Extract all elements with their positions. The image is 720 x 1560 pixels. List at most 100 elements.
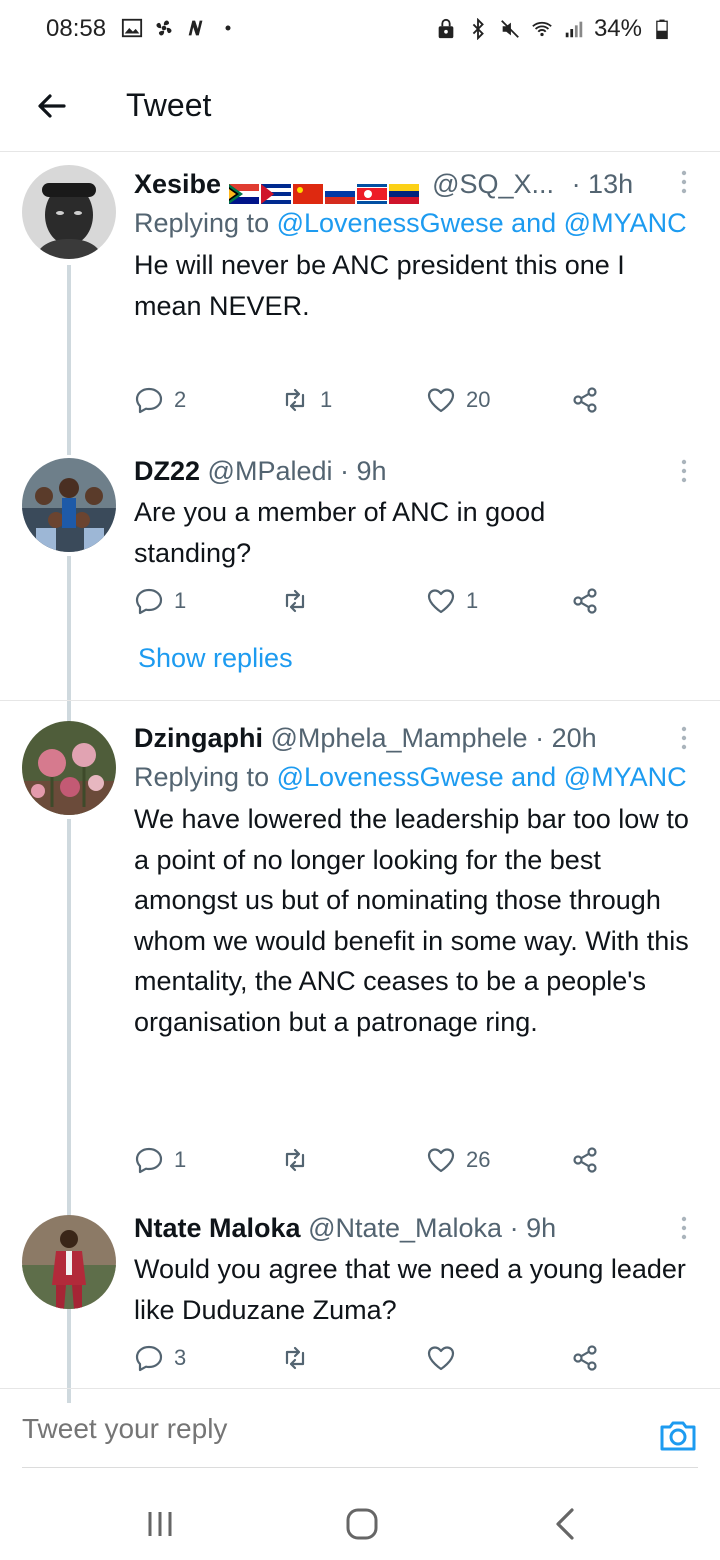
home-icon[interactable] [342, 1504, 382, 1544]
lock-icon [434, 17, 458, 41]
share-button[interactable] [570, 385, 600, 415]
heart-icon [427, 1148, 455, 1173]
heart-icon [427, 589, 455, 614]
like-count: 26 [466, 1147, 491, 1172]
share-icon [573, 588, 597, 614]
like-count: 20 [466, 387, 491, 412]
reply-underline [22, 1467, 698, 1468]
share-button[interactable] [570, 586, 600, 616]
retweet-button[interactable] [280, 1145, 320, 1175]
display-name[interactable]: Xesibe [134, 169, 221, 199]
russia-flag-icon [324, 176, 355, 204]
heart-icon [427, 1346, 455, 1371]
display-name[interactable]: Ntate Maloka [134, 1213, 301, 1243]
reply-count: 3 [174, 1345, 187, 1370]
tweet-actions: 1 26 [134, 1145, 614, 1185]
tweet-meta: DZ22 @MPaledi · 9h [134, 452, 700, 490]
retweet-button[interactable] [280, 586, 320, 616]
venezuela-flag-icon [388, 176, 419, 204]
avatar[interactable] [22, 165, 116, 259]
reply-count: 1 [174, 1147, 187, 1172]
retweet-count: 1 [320, 387, 333, 412]
display-name[interactable]: Dzingaphi [134, 723, 263, 753]
retweet-icon [285, 1148, 305, 1172]
bluetooth-icon [466, 17, 490, 41]
replying-to-links[interactable]: @LovenessGwese and @MYANC [277, 208, 687, 238]
system-nav-bar [0, 1480, 720, 1560]
timestamp: · 20h [535, 723, 597, 753]
retweet-button[interactable] [280, 1343, 320, 1373]
replying-prefix: Replying to [134, 762, 270, 792]
replying-to-links[interactable]: @LovenessGwese and @MYANC [277, 762, 687, 792]
retweet-button[interactable]: 1 [280, 385, 332, 415]
reply-button[interactable]: 3 [134, 1343, 186, 1373]
like-count: 1 [466, 588, 479, 613]
share-icon [573, 1147, 597, 1173]
show-replies-link[interactable]: Show replies [138, 643, 293, 674]
handle[interactable]: @Ntate_Maloka [308, 1213, 502, 1243]
like-button[interactable]: 26 [426, 1145, 490, 1175]
back-arrow-icon[interactable] [32, 86, 72, 126]
tweet-meta: Dzingaphi @Mphela_Mamphele · 20h [134, 719, 700, 757]
mute-icon [498, 17, 522, 41]
retweet-icon [285, 388, 305, 412]
timestamp: · 9h [509, 1213, 557, 1243]
handle[interactable]: @MPaledi [208, 456, 333, 486]
fan-icon [152, 16, 176, 40]
replying-to: Replying to @LovenessGwese and @MYANC [134, 757, 700, 797]
recent-apps-icon[interactable] [140, 1504, 180, 1544]
timestamp: · 9h [340, 456, 387, 486]
reply-icon [135, 387, 163, 414]
handle[interactable]: @SQ_X... [432, 169, 554, 199]
tweet-text: We have lowered the leadership bar too l… [134, 804, 689, 1037]
tweet-actions: 2 1 20 [134, 385, 614, 425]
tweet-text: Would you agree that we need a young lea… [134, 1254, 686, 1325]
tweet-xesibe[interactable]: Xesibe @SQ_X... · 13h Replying to @Loven… [0, 153, 720, 455]
thread-gap-dots [66, 644, 72, 668]
tweet-text: Are you a member of ANC in good standing… [134, 497, 546, 568]
tweet-ntate-maloka[interactable]: Ntate Maloka @Ntate_Maloka · 9h Would yo… [0, 1201, 720, 1403]
handle[interactable]: @Mphela_Mamphele [271, 723, 528, 753]
share-icon [573, 1345, 597, 1371]
tweet-dz22[interactable]: DZ22 @MPaledi · 9h Are you a member of A… [0, 448, 720, 736]
reply-input[interactable] [22, 1413, 622, 1445]
more-options-icon[interactable] [678, 723, 690, 753]
more-options-icon[interactable] [678, 167, 690, 197]
reply-count: 1 [174, 588, 187, 613]
wifi-icon [530, 17, 554, 41]
avatar[interactable] [22, 721, 116, 815]
flag-emojis [228, 176, 419, 204]
dot-icon [216, 16, 240, 40]
avatar[interactable] [22, 1215, 116, 1309]
replying-to: Replying to @LovenessGwese and @MYANC [134, 203, 700, 243]
replying-prefix: Replying to [134, 208, 270, 238]
cuba-flag-icon [260, 176, 291, 204]
like-button[interactable]: 20 [426, 385, 490, 415]
signal-icon [562, 17, 586, 41]
retweet-icon [285, 1346, 305, 1370]
more-options-icon[interactable] [678, 456, 690, 486]
tweet-meta: Ntate Maloka @Ntate_Maloka · 9h [134, 1209, 700, 1247]
thread-line [67, 265, 71, 455]
like-button[interactable] [426, 1343, 466, 1373]
avatar[interactable] [22, 458, 116, 552]
gallery-icon [120, 16, 144, 40]
display-name[interactable]: DZ22 [134, 456, 200, 486]
reply-button[interactable]: 1 [134, 1145, 186, 1175]
tweet-dzingaphi[interactable]: Dzingaphi @Mphela_Mamphele · 20h Replyin… [0, 701, 720, 1339]
page-title: Tweet [126, 87, 212, 123]
more-options-icon[interactable] [678, 1213, 690, 1243]
reply-icon [135, 1147, 163, 1174]
north-korea-flag-icon [356, 176, 387, 204]
retweet-icon [285, 589, 305, 613]
share-button[interactable] [570, 1145, 600, 1175]
back-nav-icon[interactable] [546, 1504, 586, 1544]
reply-button[interactable]: 2 [134, 385, 186, 415]
share-button[interactable] [570, 1343, 600, 1373]
reply-button[interactable]: 1 [134, 586, 186, 616]
share-icon [573, 387, 597, 413]
like-button[interactable]: 1 [426, 586, 478, 616]
camera-icon[interactable] [658, 1415, 698, 1455]
tweet-actions: 1 1 [134, 586, 614, 626]
reply-count: 2 [174, 387, 187, 412]
